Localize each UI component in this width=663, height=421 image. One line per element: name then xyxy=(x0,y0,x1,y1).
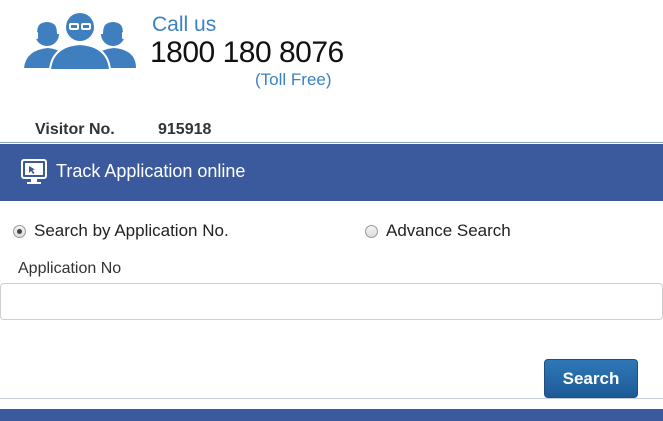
panel-title: Track Application online xyxy=(56,161,246,181)
radio-unselected[interactable] xyxy=(365,224,378,238)
phone-number: 1800 180 8076 xyxy=(150,36,344,69)
toll-free-label: (Toll Free) xyxy=(255,70,332,89)
radio-label: Search by Application No. xyxy=(34,221,229,240)
monitor-icon xyxy=(21,159,47,184)
visitor-count: 915918 xyxy=(158,121,212,138)
search-by-application-radio[interactable]: Search by Application No. xyxy=(13,220,229,242)
advance-search-radio[interactable]: Advance Search xyxy=(365,220,511,242)
divider xyxy=(0,142,663,143)
search-button[interactable]: Search xyxy=(544,359,638,398)
footer-bar xyxy=(0,409,663,421)
panel-header: Track Application online xyxy=(0,144,663,201)
call-us-label: Call us xyxy=(152,13,217,36)
application-no-input[interactable] xyxy=(0,283,663,320)
divider xyxy=(0,398,663,399)
radio-selected[interactable] xyxy=(13,224,26,238)
visitor-label: Visitor No. xyxy=(35,121,115,138)
application-no-label: Application No xyxy=(18,260,122,277)
customer-support-agents-icon xyxy=(24,10,136,71)
radio-label: Advance Search xyxy=(386,221,511,240)
